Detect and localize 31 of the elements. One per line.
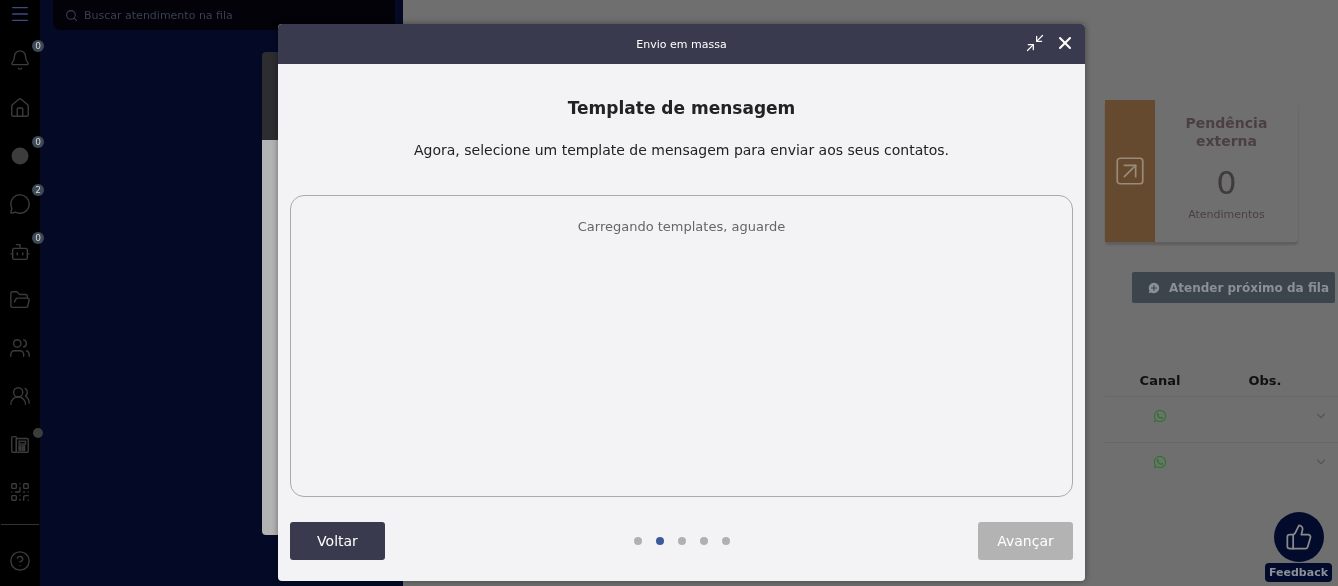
group-icon[interactable] <box>9 385 31 407</box>
column-header: Obs. <box>1247 373 1283 388</box>
bell-icon[interactable] <box>9 49 31 71</box>
home-icon[interactable] <box>9 97 31 119</box>
feedback-button[interactable]: Feedback <box>1265 563 1332 582</box>
whatsapp-icon <box>1153 454 1167 469</box>
loading-text: Carregando templates, aguarde <box>577 219 786 236</box>
chat-icon[interactable] <box>9 193 31 215</box>
count-badge: 0 <box>32 40 44 52</box>
users-icon[interactable] <box>9 337 31 359</box>
modal-subtitle: Agora, selecione um template de mensagem para enviar aos seus contatos. <box>413 142 950 158</box>
modal-heading: Template de mensagem <box>566 98 797 118</box>
folder-icon[interactable] <box>9 289 31 311</box>
desk-phone-icon[interactable] <box>9 433 31 455</box>
back-button[interactable]: Voltar <box>290 522 385 560</box>
count-badge: 0 <box>32 136 44 148</box>
help-icon[interactable] <box>9 550 31 572</box>
count-badge: 2 <box>32 184 44 196</box>
robot-icon[interactable] <box>9 241 31 263</box>
next-in-queue-button[interactable]: Atender próximo da fila <box>1132 272 1335 303</box>
search-icon <box>65 8 78 22</box>
column-header: Canal <box>1138 373 1182 388</box>
minimize-icon[interactable] <box>1025 33 1045 53</box>
modal-title: Envio em massa <box>636 37 727 51</box>
search-field[interactable]: Buscar atendimento na fila <box>53 0 395 30</box>
chat-plus-icon <box>1147 279 1161 296</box>
thumbs-up-icon <box>1284 523 1313 551</box>
whatsapp-icon <box>1153 408 1167 423</box>
external-link-icon <box>1113 154 1147 188</box>
qr-code-icon[interactable] <box>9 481 31 503</box>
count-badge: 0 <box>32 232 44 244</box>
